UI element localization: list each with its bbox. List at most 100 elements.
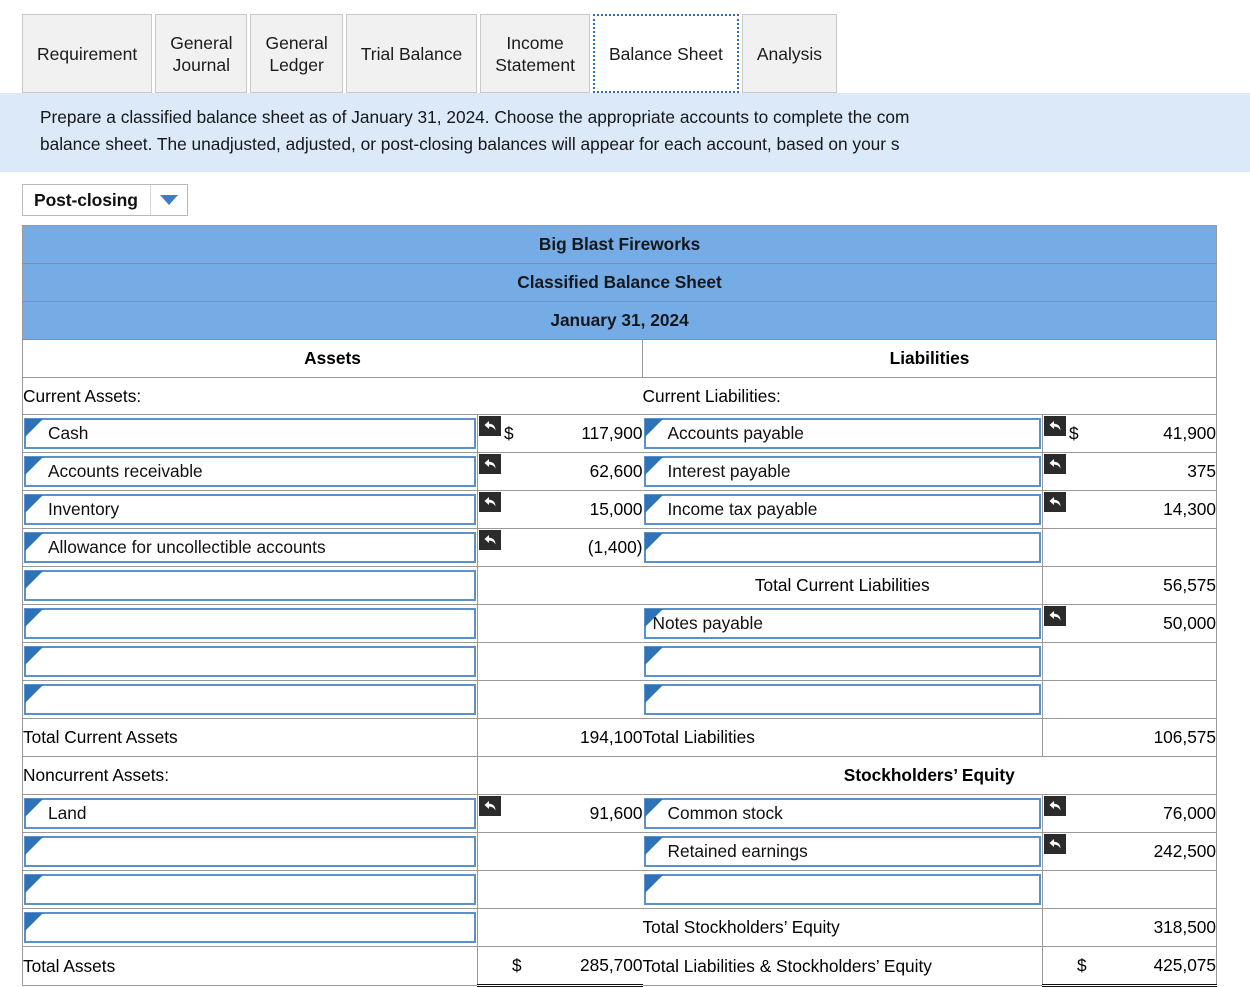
asset-account-cell[interactable] [22,566,478,605]
asset-account-cell[interactable] [22,908,478,947]
tab-analysis[interactable]: Analysis [741,14,838,93]
dropdown-marker-icon [644,609,663,627]
currency-symbol: $ [1069,423,1079,443]
undo-arrow-icon[interactable] [479,796,501,816]
asset-account-cell[interactable] [22,680,478,719]
dropdown-marker-icon [25,875,43,893]
equity-account-cell[interactable]: Common stock [642,794,1043,833]
table-row: Noncurrent Assets: Stockholders’ Equity [22,756,1217,795]
liabilities-section-header: Liabilities [642,339,1217,378]
table-row [22,870,1217,909]
undo-arrow-icon[interactable] [1044,416,1066,436]
liability-amount-cell[interactable] [1041,528,1217,567]
liability-account-cell[interactable]: Notes payable [642,604,1043,643]
undo-arrow-icon[interactable] [479,416,501,436]
asset-amount-cell[interactable]: 15,000 [477,490,643,529]
total-liabilities-value: 106,575 [1153,727,1217,747]
sheet-title-row-date: January 31, 2024 [22,301,1217,340]
liability-account-cell[interactable] [642,528,1043,567]
asset-account-input [24,608,476,639]
asset-account-cell[interactable] [22,832,478,871]
asset-amount-cell[interactable] [477,566,643,605]
asset-amount-value: 15,000 [589,499,643,519]
tab-general-journal[interactable]: General Journal [155,14,248,93]
table-row: Retained earnings 242,500 [22,832,1217,871]
sheet-title-row-statement: Classified Balance Sheet [22,263,1217,302]
asset-account-cell[interactable]: Allowance for uncollectible accounts [22,528,478,567]
dropdown-marker-icon [25,913,43,931]
table-row: Total Assets $ 285,700 Total Liabilities… [22,946,1217,987]
dropdown-marker-icon [644,685,663,703]
undo-arrow-icon[interactable] [479,530,501,550]
equity-account-cell[interactable] [642,870,1043,909]
asset-amount-cell[interactable]: 62,600 [477,452,643,491]
undo-arrow-icon[interactable] [1044,834,1066,854]
chevron-down-icon[interactable] [149,185,187,215]
asset-amount-cell[interactable] [477,870,643,909]
tab-trial-balance[interactable]: Trial Balance [345,14,478,93]
equity-amount-cell[interactable] [1041,870,1217,909]
noncurrent-assets-label: Noncurrent Assets: [22,756,478,795]
undo-arrow-icon[interactable] [479,492,501,512]
undo-arrow-icon[interactable] [1044,796,1066,816]
undo-arrow-icon[interactable] [1044,492,1066,512]
asset-amount-cell[interactable] [477,642,643,681]
asset-amount-cell[interactable] [477,604,643,643]
equity-amount-cell[interactable]: 76,000 [1041,794,1217,833]
instructions-banner: Prepare a classified balance sheet as of… [0,93,1250,172]
asset-amount-cell[interactable] [477,680,643,719]
liability-account-input [643,684,1041,715]
asset-account-input [24,836,476,867]
liability-account-cell[interactable]: Income tax payable [642,490,1043,529]
classified-balance-sheet-table: Big Blast Fireworks Classified Balance S… [22,225,1218,987]
asset-amount-cell[interactable]: (1,400) [477,528,643,567]
liability-amount-cell[interactable]: $ 41,900 [1041,414,1217,453]
equity-amount-cell[interactable]: 242,500 [1041,832,1217,871]
dropdown-marker-icon [25,799,43,817]
dropdown-marker-icon [25,533,43,551]
tab-balance-sheet[interactable]: Balance Sheet [593,14,739,93]
table-row: Total Stockholders’ Equity 318,500 [22,908,1217,947]
asset-account-label: Allowance for uncollectible accounts [48,537,326,557]
asset-account-cell[interactable]: Land [22,794,478,833]
liability-amount-cell[interactable]: 375 [1041,452,1217,491]
liability-account-cell[interactable]: Accounts payable [642,414,1043,453]
asset-account-cell[interactable]: Accounts receivable [22,452,478,491]
asset-account-input: Inventory [24,494,476,525]
asset-account-cell[interactable] [22,642,478,681]
equity-account-cell[interactable]: Retained earnings [642,832,1043,871]
asset-account-cell[interactable] [22,604,478,643]
asset-amount-cell[interactable] [477,832,643,871]
section-header-row: Assets Liabilities [22,339,1217,378]
liability-amount-value: 375 [1187,461,1217,481]
dropdown-marker-icon [644,799,663,817]
undo-arrow-icon[interactable] [1044,606,1066,626]
total-equity-label: Total Stockholders’ Equity [642,908,1043,947]
asset-account-cell[interactable]: Inventory [22,490,478,529]
balance-type-dropdown[interactable]: Post-closing [22,184,188,216]
asset-account-cell[interactable] [22,870,478,909]
tab-requirement[interactable]: Requirement [22,14,153,93]
asset-account-cell[interactable]: Cash [22,414,478,453]
assets-section-header: Assets [22,339,643,378]
asset-account-input: Accounts receivable [24,456,476,487]
undo-arrow-icon[interactable] [1044,454,1066,474]
asset-amount-cell[interactable] [477,908,643,947]
tab-income-statement[interactable]: Income Statement [480,14,590,93]
liability-amount-cell[interactable]: 14,300 [1041,490,1217,529]
liability-account-input: Income tax payable [643,494,1041,525]
liability-account-cell[interactable] [642,642,1043,681]
liability-amount-cell[interactable]: 50,000 [1041,604,1217,643]
liability-amount-cell[interactable] [1041,680,1217,719]
asset-account-label: Accounts receivable [48,461,203,481]
undo-arrow-icon[interactable] [479,454,501,474]
liability-account-cell[interactable]: Interest payable [642,452,1043,491]
asset-amount-cell[interactable]: $ 117,900 [477,414,643,453]
current-assets-label: Current Assets: [22,377,643,415]
tab-general-ledger[interactable]: General Ledger [250,14,343,93]
liability-account-input: Interest payable [643,456,1041,487]
asset-amount-cell[interactable]: 91,600 [477,794,643,833]
liability-account-cell[interactable] [642,680,1043,719]
liability-amount-cell[interactable] [1041,642,1217,681]
asset-amount-value: 62,600 [589,461,643,481]
